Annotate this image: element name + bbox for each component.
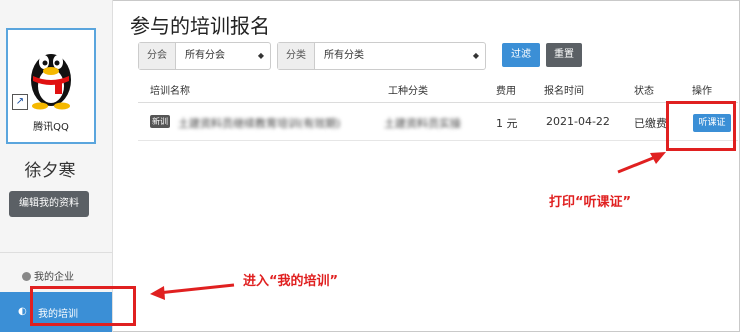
filter-button[interactable]: 过滤 — [502, 43, 540, 67]
branch-select[interactable]: 分会 所有分会 ◆ — [138, 42, 271, 70]
column-header-action: 操作 — [692, 86, 712, 97]
training-name[interactable]: 土建资料员继续教育培训(有效期) — [178, 115, 341, 131]
shortcut-arrow-icon: ↗ — [12, 94, 28, 110]
column-header-category: 工种分类 — [388, 86, 428, 97]
training-icon: ◐ — [18, 306, 27, 317]
annotation-print-hint: 打印“听课证” — [549, 195, 632, 210]
column-header-date: 报名时间 — [544, 86, 584, 97]
reset-button[interactable]: 重置 — [546, 43, 582, 67]
table-row: 新训 土建资料员继续教育培训(有效期) 土建资料员实操 1 元 2021-04-… — [138, 104, 738, 141]
column-header-status: 状态 — [634, 86, 654, 97]
annotation-enter-hint: 进入“我的培训” — [243, 274, 339, 289]
avatar-label: 腾讯QQ — [33, 122, 69, 133]
category-select-tag: 分类 — [278, 43, 315, 69]
training-fee: 1 元 — [496, 117, 518, 130]
user-circle-icon — [22, 272, 31, 281]
branch-select-value: 所有分会 — [185, 50, 225, 61]
highlight-box-certificate — [666, 101, 736, 151]
new-badge: 新训 — [150, 115, 170, 128]
training-category: 土建资料员实操 — [384, 117, 461, 130]
avatar[interactable]: ↗ 腾讯QQ — [6, 28, 96, 144]
payment-status: 已缴费 — [634, 117, 667, 130]
edit-profile-button[interactable]: 编辑我的资料 — [9, 191, 89, 217]
page-title: 参与的培训报名 — [130, 14, 270, 38]
select-caret-icon: ◆ — [257, 51, 264, 60]
branch-select-tag: 分会 — [139, 43, 176, 69]
table-header: 培训名称 工种分类 费用 报名时间 状态 操作 — [138, 76, 738, 103]
username: 徐夕寒 — [24, 161, 76, 181]
sidebar-item-my-company[interactable]: 我的企业 — [22, 268, 74, 283]
sidebar-item-label: 我的企业 — [34, 272, 74, 283]
select-caret-icon: ◆ — [472, 51, 479, 60]
column-header-fee: 费用 — [496, 86, 516, 97]
registration-date: 2021-04-22 — [546, 115, 610, 128]
sidebar: ↗ 腾讯QQ 徐夕寒 编辑我的资料 我的企业 ◐ 我的培训 — [0, 0, 113, 332]
qq-penguin-icon — [31, 54, 71, 110]
category-select-value: 所有分类 — [324, 50, 364, 61]
column-header-name: 培训名称 — [150, 86, 190, 97]
category-select[interactable]: 分类 所有分类 ◆ — [277, 42, 486, 70]
highlight-box-training — [30, 286, 136, 326]
sidebar-divider — [0, 252, 112, 253]
